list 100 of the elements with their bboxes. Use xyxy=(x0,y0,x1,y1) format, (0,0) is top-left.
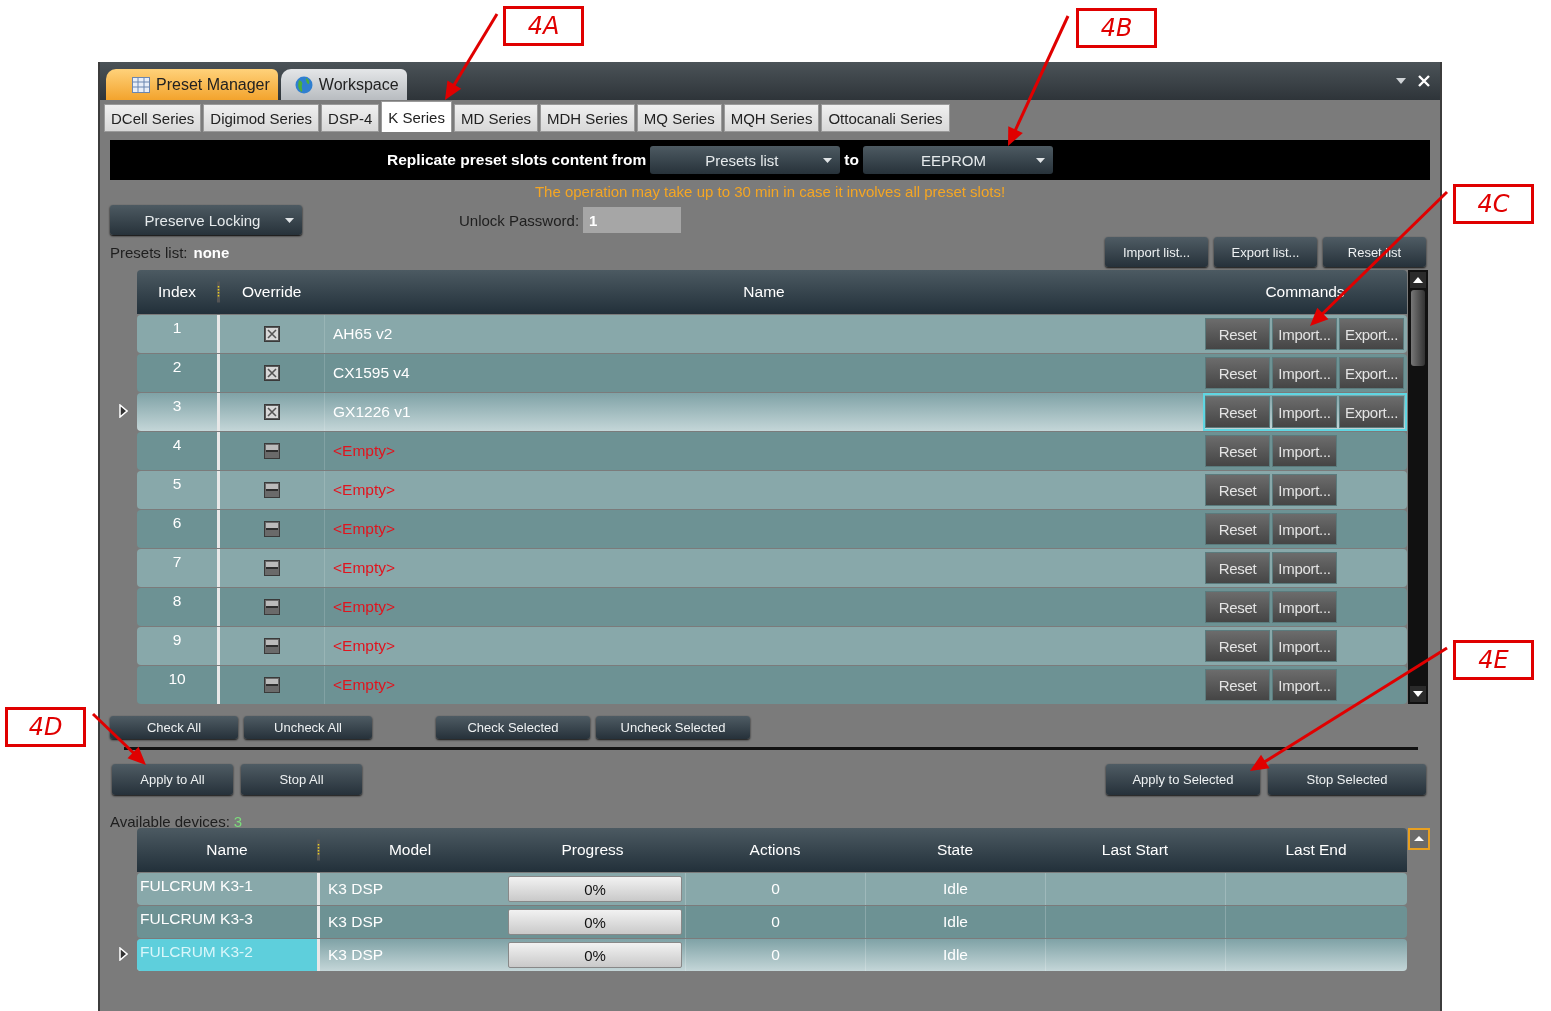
table-row[interactable]: 4 <Empty> Reset Import... xyxy=(137,432,1407,470)
command-button[interactable]: Import... xyxy=(1272,357,1337,389)
collapse-icon[interactable] xyxy=(1408,828,1430,850)
locking-dropdown[interactable]: Preserve Locking xyxy=(110,205,302,235)
command-button[interactable]: Reset xyxy=(1205,396,1270,428)
command-button[interactable]: Reset xyxy=(1205,435,1270,467)
list-button[interactable]: Import list... xyxy=(1105,237,1208,267)
checkbox[interactable] xyxy=(264,404,280,420)
app-tab[interactable]: Preset Manager xyxy=(106,69,278,100)
command-button[interactable]: Export... xyxy=(1339,357,1404,389)
table-row[interactable]: 8 <Empty> Reset Import... xyxy=(137,588,1407,626)
action-button[interactable]: Apply to Selected xyxy=(1106,764,1260,795)
name-cell-text: CX1595 v4 xyxy=(332,363,411,383)
command-button[interactable]: Import... xyxy=(1272,669,1337,701)
command-button[interactable]: Reset xyxy=(1205,552,1270,584)
series-tab[interactable]: MQ Series xyxy=(636,104,722,132)
series-tab[interactable]: Ottocanali Series xyxy=(821,104,950,132)
actions-cell: 0 xyxy=(685,873,865,905)
checkbox[interactable] xyxy=(264,560,280,576)
command-button[interactable]: Reset xyxy=(1205,669,1270,701)
model-cell-text: K3 DSP xyxy=(327,945,385,965)
action-button[interactable]: Stop Selected xyxy=(1268,764,1426,795)
target-dropdown[interactable]: EEPROM xyxy=(862,146,1053,174)
actions-cell: 0 xyxy=(685,906,865,938)
index-cell-text: 8 xyxy=(171,591,183,611)
table-row[interactable]: 7 <Empty> Reset Import... xyxy=(137,549,1407,587)
checkbox[interactable] xyxy=(264,677,280,693)
list-button[interactable]: Export list... xyxy=(1214,237,1317,267)
series-tab[interactable]: DCell Series xyxy=(104,104,202,132)
command-button[interactable]: Export... xyxy=(1339,318,1404,350)
name-cell-text: <Empty> xyxy=(332,675,397,695)
presets-list-label: Presets list: xyxy=(110,243,188,261)
table-row[interactable]: 1 AH65 v2 Reset Import... Export... xyxy=(137,315,1407,353)
scroll-up-icon[interactable] xyxy=(1410,272,1426,288)
command-button[interactable]: Export... xyxy=(1339,396,1404,428)
checkbox[interactable] xyxy=(264,443,280,459)
command-button[interactable]: Import... xyxy=(1272,591,1337,623)
table-row[interactable]: 5 <Empty> Reset Import... xyxy=(137,471,1407,509)
name-cell-text: <Empty> xyxy=(332,441,397,461)
series-tab[interactable]: K Series xyxy=(381,101,452,132)
caret-icon xyxy=(823,157,833,163)
source-dropdown[interactable]: Presets list xyxy=(650,146,841,174)
command-button[interactable]: Import... xyxy=(1272,396,1337,428)
command-button[interactable]: Import... xyxy=(1272,513,1337,545)
checkbox[interactable] xyxy=(264,482,280,498)
dropdown-icon[interactable] xyxy=(1396,78,1406,84)
index-cell-text: 5 xyxy=(171,474,183,494)
index-cell-text: 10 xyxy=(167,669,187,689)
command-button[interactable]: Import... xyxy=(1272,318,1337,350)
command-button[interactable]: Import... xyxy=(1272,630,1337,662)
name-cell-text: <Empty> xyxy=(332,558,397,578)
checkbox[interactable] xyxy=(264,599,280,615)
progress-text: 0% xyxy=(584,880,606,898)
model-cell-text: K3 DSP xyxy=(327,879,385,899)
caret-icon xyxy=(285,217,294,223)
command-button[interactable]: Import... xyxy=(1272,552,1337,584)
app-tab[interactable]: Workspace xyxy=(280,69,407,100)
check-button[interactable]: Uncheck Selected xyxy=(596,716,750,739)
command-button[interactable]: Reset xyxy=(1205,630,1270,662)
action-button[interactable]: Apply to All xyxy=(112,764,233,795)
table-row[interactable]: 6 <Empty> Reset Import... xyxy=(137,510,1407,548)
scroll-down-icon[interactable] xyxy=(1410,686,1426,702)
column-header: Progress xyxy=(560,841,625,859)
caret-icon xyxy=(1035,157,1045,163)
scrollbar[interactable] xyxy=(1408,270,1428,704)
command-button[interactable]: Reset xyxy=(1205,513,1270,545)
action-button[interactable]: Stop All xyxy=(241,764,362,795)
column-header: Last Start xyxy=(1100,841,1170,859)
series-tab[interactable]: DSP-4 xyxy=(321,104,380,132)
close-icon[interactable] xyxy=(1418,75,1430,87)
table-row[interactable]: FULCRUM K3-2 K3 DSP 0% 0 Idle xyxy=(137,939,1407,971)
command-button[interactable]: Reset xyxy=(1205,474,1270,506)
table-row[interactable]: FULCRUM K3-1 K3 DSP 0% 0 Idle xyxy=(137,873,1407,905)
command-button[interactable]: Reset xyxy=(1205,318,1270,350)
table-row[interactable]: FULCRUM K3-3 K3 DSP 0% 0 Idle xyxy=(137,906,1407,938)
table-row[interactable]: 10 <Empty> Reset Import... xyxy=(137,666,1407,704)
column-header: Name xyxy=(205,841,249,859)
table-row[interactable]: 9 <Empty> Reset Import... xyxy=(137,627,1407,665)
checkbox[interactable] xyxy=(264,365,280,381)
grid-icon xyxy=(132,76,150,93)
series-tab[interactable]: MDH Series xyxy=(540,104,635,132)
table-row[interactable]: 3 GX1226 v1 Reset Import... Export... xyxy=(137,393,1407,431)
check-button[interactable]: Uncheck All xyxy=(244,716,372,739)
checkbox[interactable] xyxy=(264,326,280,342)
callout-label: 4B xyxy=(1076,8,1157,48)
series-tab[interactable]: Digimod Series xyxy=(203,104,320,132)
command-button[interactable]: Import... xyxy=(1272,474,1337,506)
check-button[interactable]: Check All xyxy=(110,716,238,739)
command-button[interactable]: Reset xyxy=(1205,591,1270,623)
command-button[interactable]: Reset xyxy=(1205,357,1270,389)
checkbox[interactable] xyxy=(264,638,280,654)
replicate-label: Replicate preset slots content from xyxy=(387,151,647,169)
index-cell-text: 3 xyxy=(171,396,183,416)
checkbox[interactable] xyxy=(264,521,280,537)
series-tab[interactable]: MD Series xyxy=(453,104,538,132)
scroll-thumb[interactable] xyxy=(1411,290,1425,366)
check-button[interactable]: Check Selected xyxy=(436,716,590,739)
series-tab[interactable]: MQH Series xyxy=(723,104,820,132)
table-row[interactable]: 2 CX1595 v4 Reset Import... Export... xyxy=(137,354,1407,392)
command-button[interactable]: Import... xyxy=(1272,435,1337,467)
